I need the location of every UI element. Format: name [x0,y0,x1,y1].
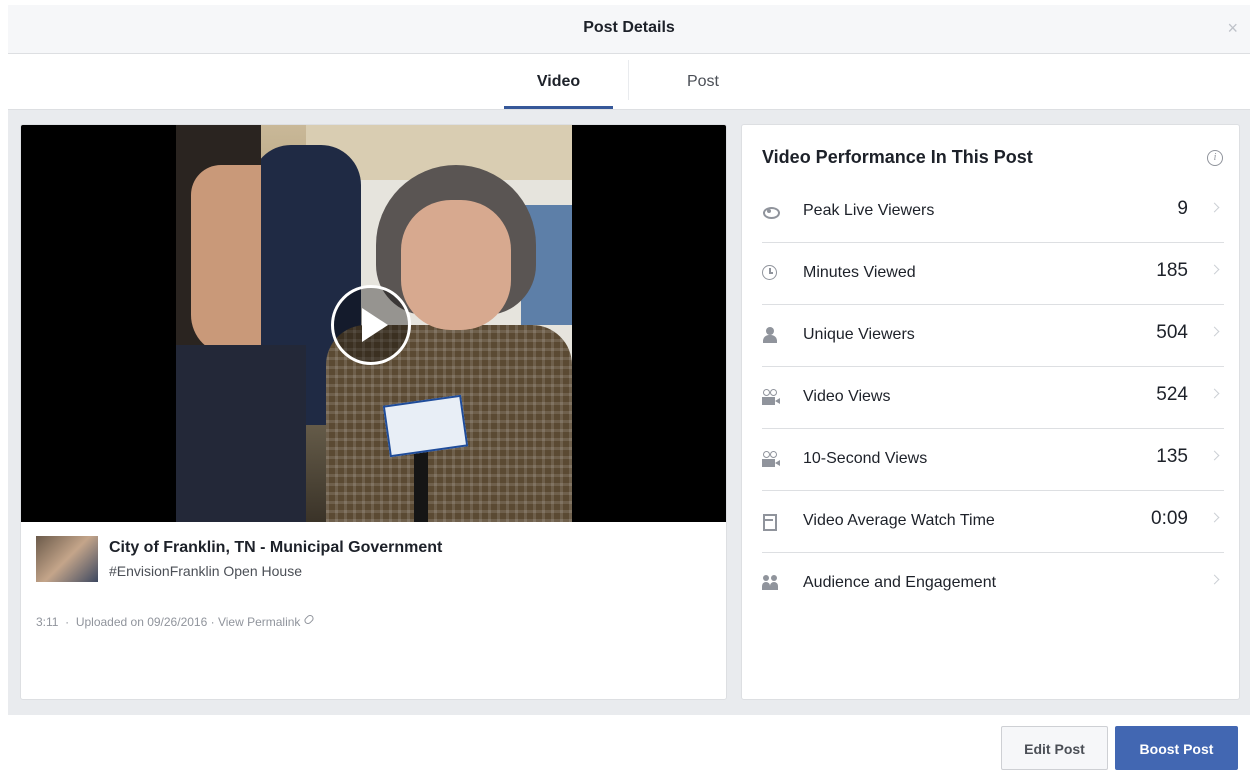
metric-value: 135 [1156,446,1188,467]
meta-separator: · [65,615,70,629]
modal-header: Post Details × [8,5,1250,54]
metric-label: 10-Second Views [803,450,928,467]
performance-title: Video Performance In This Post [762,147,1033,167]
metric-10-second-views[interactable]: 10-Second Views 135 [762,429,1224,491]
metric-label: Video Average Watch Time [803,512,995,529]
thumbnail-person-left-body [176,345,306,522]
info-icon[interactable]: i [1207,150,1223,166]
tab-bar: Video Post [8,54,1250,110]
people-icon [762,575,778,591]
metric-value: 0:09 [1151,508,1188,529]
thumbnail-microphone-flag [382,394,469,458]
post-details-modal: Post Details × Video Post City of Frankl… [8,0,1250,779]
upload-date: Uploaded on 09/26/2016 [75,615,208,629]
metric-value: 185 [1156,260,1188,281]
eye-icon [762,203,780,219]
metric-label: Peak Live Viewers [803,202,935,219]
video-description: #EnvisionFranklin Open House [109,563,302,579]
performance-card: Video Performance In This Post i Peak Li… [741,124,1240,700]
chevron-right-icon [1209,574,1220,585]
chevron-right-icon [1209,388,1220,399]
chevron-right-icon [1209,264,1220,275]
link-icon [303,613,316,626]
thumbnail-person-main-face [401,200,511,330]
edit-post-button[interactable]: Edit Post [1001,726,1108,770]
view-permalink-link[interactable]: View Permalink [218,615,300,629]
page-name[interactable]: City of Franklin, TN - Municipal Governm… [109,539,442,557]
close-icon[interactable]: × [1227,18,1238,38]
film-icon [762,513,778,531]
metric-value: 504 [1156,322,1188,343]
tab-video[interactable]: Video [504,54,613,109]
video-player[interactable] [21,125,726,522]
chevron-right-icon [1209,512,1220,523]
boost-post-button[interactable]: Boost Post [1115,726,1238,770]
modal-body: City of Franklin, TN - Municipal Governm… [8,110,1250,715]
video-meta: 3:11 · Uploaded on 09/26/2016 · View Per… [36,613,316,629]
play-icon[interactable] [331,285,411,365]
metric-peak-live-viewers[interactable]: Peak Live Viewers 9 [762,181,1224,243]
metric-audience-and-engagement[interactable]: Audience and Engagement [762,553,1224,614]
metric-minutes-viewed[interactable]: Minutes Viewed 185 [762,243,1224,305]
tab-divider [628,60,629,100]
play-triangle [362,308,388,342]
page-info: City of Franklin, TN - Municipal Governm… [36,536,716,586]
modal-title: Post Details [583,19,675,36]
page-avatar[interactable] [36,536,98,582]
clock-icon [762,265,778,281]
video-camera-icon [762,451,780,467]
chevron-right-icon [1209,202,1220,213]
metric-label: Unique Viewers [803,326,915,343]
metric-value: 524 [1156,384,1188,405]
video-duration: 3:11 [36,615,59,629]
video-card: City of Franklin, TN - Municipal Governm… [20,124,727,700]
metric-list: Peak Live Viewers 9 Minutes Viewed 185 U… [762,181,1224,614]
chevron-right-icon [1209,450,1220,461]
metric-label: Video Views [803,388,891,405]
video-camera-icon [762,389,780,405]
metric-label: Audience and Engagement [803,574,997,591]
person-icon [762,327,778,343]
metric-label: Minutes Viewed [803,264,916,281]
modal-footer: Edit Post Boost Post [8,715,1250,779]
chevron-right-icon [1209,326,1220,337]
metric-video-views[interactable]: Video Views 524 [762,367,1224,429]
metric-unique-viewers[interactable]: Unique Viewers 504 [762,305,1224,367]
thumbnail-person-left-face [191,165,261,355]
metric-video-average-watch-time[interactable]: Video Average Watch Time 0:09 [762,491,1224,553]
meta-separator: · [210,615,215,629]
metric-value: 9 [1177,198,1188,219]
tab-post[interactable]: Post [658,54,748,107]
